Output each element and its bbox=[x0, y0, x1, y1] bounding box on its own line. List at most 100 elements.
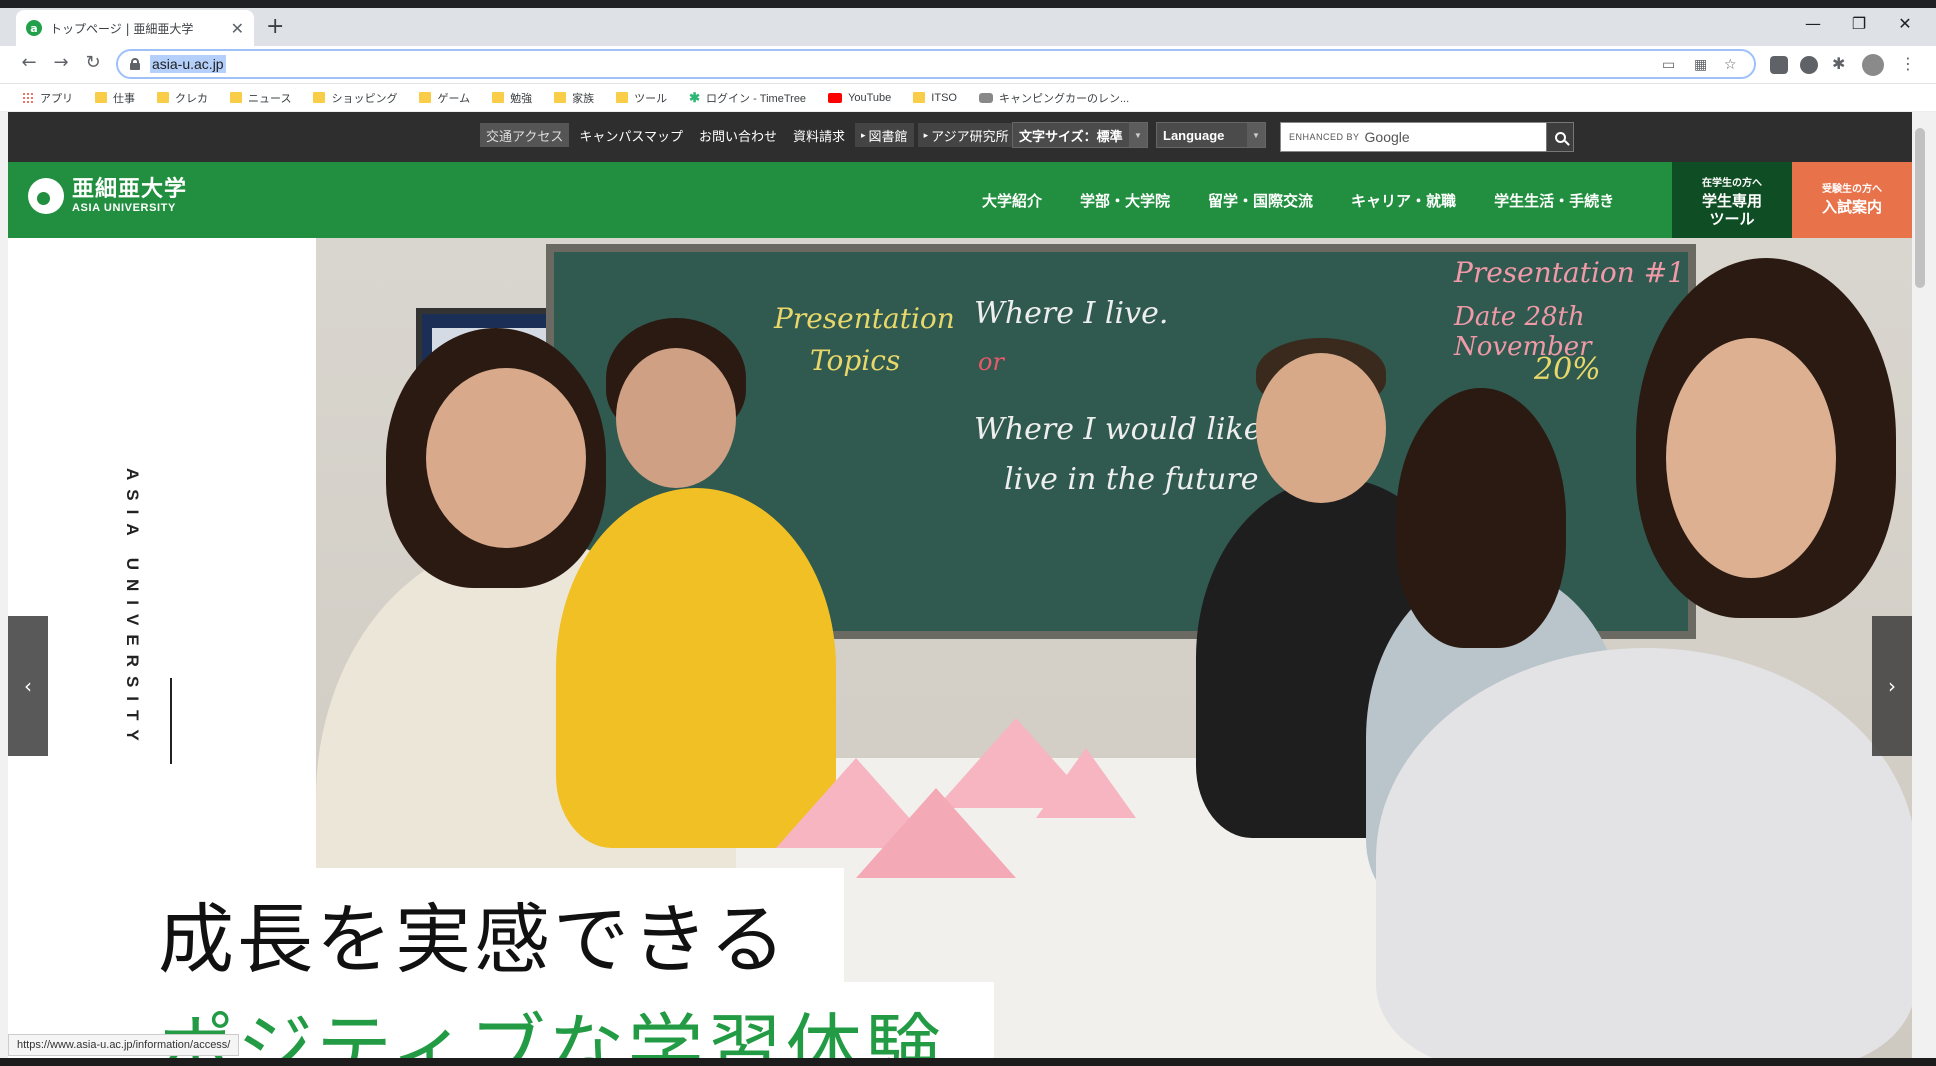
bookmark-folder[interactable]: 勉強 bbox=[492, 90, 532, 106]
teacher-face bbox=[1256, 353, 1386, 503]
language-select[interactable]: Language ▼ bbox=[1156, 122, 1266, 148]
google-search-input[interactable]: ENHANCED BY Google bbox=[1280, 122, 1554, 152]
extension-translate-icon[interactable] bbox=[1800, 56, 1818, 74]
board-text-or: or bbox=[978, 348, 1004, 376]
caret-right-icon: ▸ bbox=[923, 129, 929, 140]
bookmark-apps[interactable]: アプリ bbox=[22, 90, 73, 106]
student-tool-small: 在学生の方へ bbox=[1702, 178, 1762, 189]
logo-en: ASIA UNIVERSITY bbox=[72, 202, 176, 214]
lock-icon bbox=[130, 58, 140, 70]
bookmark-star-icon[interactable]: ☆ bbox=[1724, 57, 1737, 73]
hero-slider: Presentation Topics Where I live. or Whe… bbox=[8, 238, 1912, 1058]
minimize-icon[interactable]: — bbox=[1790, 14, 1836, 33]
board-text-presentation: Presentation bbox=[774, 302, 955, 335]
close-tab-icon[interactable]: ✕ bbox=[231, 19, 244, 38]
qr-code-icon[interactable]: ▦ bbox=[1694, 57, 1707, 73]
address-bar[interactable]: asia-u.ac.jp ▭ ▦ ☆ bbox=[116, 49, 1756, 79]
student-tool-line1: 学生専用 bbox=[1701, 192, 1762, 210]
url-text[interactable]: asia-u.ac.jp bbox=[150, 55, 226, 73]
util-link-contact[interactable]: お問い合わせ bbox=[693, 123, 783, 147]
caret-right-icon: ▸ bbox=[861, 129, 866, 140]
hero-catch-line2: ポジティブな学習体験 bbox=[158, 1005, 944, 1058]
util-link-access[interactable]: 交通アクセス bbox=[480, 123, 570, 147]
student-right-face bbox=[1666, 338, 1836, 578]
menu-item-international[interactable]: 留学・国際交流 bbox=[1208, 190, 1313, 211]
browser-toolbar: ← → ↻ asia-u.ac.jp ▭ ▦ ☆ ✱ ⋮ bbox=[0, 46, 1936, 84]
profile-avatar-icon[interactable] bbox=[1862, 54, 1884, 76]
menu-kebab-icon[interactable]: ⋮ bbox=[1900, 54, 1916, 73]
bookmark-folder[interactable]: ITSO bbox=[913, 92, 957, 104]
logo-mark-icon bbox=[28, 178, 64, 214]
folder-icon bbox=[554, 92, 567, 103]
bookmark-camper[interactable]: キャンピングカーのレン... bbox=[978, 90, 1130, 106]
slider-prev-button[interactable]: ‹ bbox=[8, 616, 48, 756]
admissions-button[interactable]: 受験生の方へ 入試案内 bbox=[1792, 162, 1912, 238]
bookmarks-bar: アプリ 仕事 クレカ ニュース ショッピング ゲーム 勉強 家族 ツール ✱ ログ… bbox=[0, 84, 1936, 112]
extension-chat-icon[interactable] bbox=[1770, 56, 1788, 74]
close-window-icon[interactable]: ✕ bbox=[1882, 14, 1928, 33]
util-link-campus-map[interactable]: キャンパスマップ bbox=[573, 123, 689, 147]
folder-icon bbox=[157, 92, 169, 103]
util-link-asia-institute[interactable]: ▸ アジア研究所 bbox=[917, 123, 1015, 147]
cast-icon[interactable]: ▭ bbox=[1662, 57, 1675, 73]
menu-item-about[interactable]: 大学紹介 bbox=[982, 190, 1042, 211]
bookmark-folder[interactable]: ツール bbox=[616, 90, 667, 106]
search-button[interactable] bbox=[1546, 122, 1574, 152]
site-logo[interactable]: 亜細亜大学 ASIA UNIVERSITY bbox=[28, 178, 187, 214]
link-status-bar: https://www.asia-u.ac.jp/information/acc… bbox=[8, 1034, 240, 1056]
chevron-left-icon: ‹ bbox=[24, 674, 32, 698]
scrollbar-thumb[interactable] bbox=[1915, 128, 1925, 288]
bookmark-folder[interactable]: ニュース bbox=[230, 90, 291, 106]
bookmark-folder[interactable]: ゲーム bbox=[419, 90, 470, 106]
website: 交通アクセス キャンパスマップ お問い合わせ 資料請求 ▸ 図書館 ▸ アジア研究所… bbox=[8, 112, 1912, 1058]
restore-icon[interactable]: ❐ bbox=[1836, 14, 1882, 33]
bookmark-folder[interactable]: 仕事 bbox=[95, 90, 135, 106]
hero-vertical-line bbox=[170, 678, 172, 764]
font-size-select[interactable]: 文字サイズ：標準 ▼ bbox=[1012, 122, 1148, 148]
bookmark-folder[interactable]: ショッピング bbox=[313, 90, 397, 106]
bookmark-folder[interactable]: クレカ bbox=[157, 90, 208, 106]
menu-item-student-life[interactable]: 学生生活・手続き bbox=[1494, 190, 1614, 211]
util-link-library[interactable]: ▸ 図書館 bbox=[855, 123, 914, 147]
dropdown-arrow-icon: ▼ bbox=[1247, 123, 1265, 147]
student-tool-line2: ツール bbox=[1709, 210, 1755, 228]
bookmark-label: ショッピング bbox=[331, 92, 398, 105]
folder-icon bbox=[230, 92, 242, 103]
util-link-library-label: 図書館 bbox=[868, 128, 908, 144]
forward-icon[interactable]: → bbox=[48, 52, 74, 73]
favicon-icon: a bbox=[26, 20, 42, 36]
folder-icon bbox=[616, 92, 629, 103]
util-link-brochure[interactable]: 資料請求 bbox=[787, 123, 851, 147]
language-label: Language bbox=[1163, 127, 1225, 143]
reload-icon[interactable]: ↻ bbox=[80, 52, 106, 73]
bookmark-label: ITSO bbox=[931, 91, 957, 104]
bookmark-youtube[interactable]: YouTube bbox=[828, 92, 891, 104]
main-nav: 亜細亜大学 ASIA UNIVERSITY 大学紹介 学部・大学院 留学・国際交… bbox=[8, 162, 1912, 238]
admissions-label: 入試案内 bbox=[1821, 198, 1882, 216]
apps-grid-icon bbox=[22, 91, 34, 104]
menu-item-career[interactable]: キャリア・就職 bbox=[1351, 190, 1456, 211]
back-icon[interactable]: ← bbox=[16, 52, 42, 73]
bookmark-label: キャンピングカーのレン... bbox=[998, 92, 1130, 105]
page-scrollbar[interactable] bbox=[1912, 112, 1928, 1058]
hero-catch-line1: 成長を実感できる bbox=[158, 895, 789, 984]
bookmark-label: 仕事 bbox=[113, 92, 135, 105]
page-right-edge bbox=[1928, 112, 1936, 1058]
slider-next-button[interactable]: › bbox=[1872, 616, 1912, 756]
util-link-asia-institute-label: アジア研究所 bbox=[931, 128, 1009, 144]
bookmark-label: アプリ bbox=[40, 92, 73, 105]
board-text-topics: Topics bbox=[810, 344, 901, 377]
student-tool-button[interactable]: 在学生の方へ 学生専用 ツール bbox=[1672, 162, 1792, 238]
tab-strip: a トップページ | 亜細亜大学 ✕ + — ❐ ✕ bbox=[0, 0, 1936, 46]
new-tab-icon[interactable]: + bbox=[266, 14, 284, 39]
browser-tab[interactable]: a トップページ | 亜細亜大学 ✕ bbox=[16, 10, 254, 46]
dropdown-arrow-icon: ▼ bbox=[1129, 123, 1147, 147]
bookmark-folder[interactable]: 家族 bbox=[554, 90, 594, 106]
menu-item-faculties[interactable]: 学部・大学院 bbox=[1080, 190, 1170, 211]
extensions-puzzle-icon[interactable]: ✱ bbox=[1832, 54, 1845, 73]
os-taskbar bbox=[0, 1058, 1936, 1066]
search-icon bbox=[1554, 131, 1566, 143]
enhanced-by-label: ENHANCED BY bbox=[1289, 132, 1360, 142]
bookmark-timetree[interactable]: ✱ ログイン - TimeTree bbox=[689, 90, 806, 106]
tab-title: トップページ | 亜細亜大学 bbox=[50, 21, 194, 36]
